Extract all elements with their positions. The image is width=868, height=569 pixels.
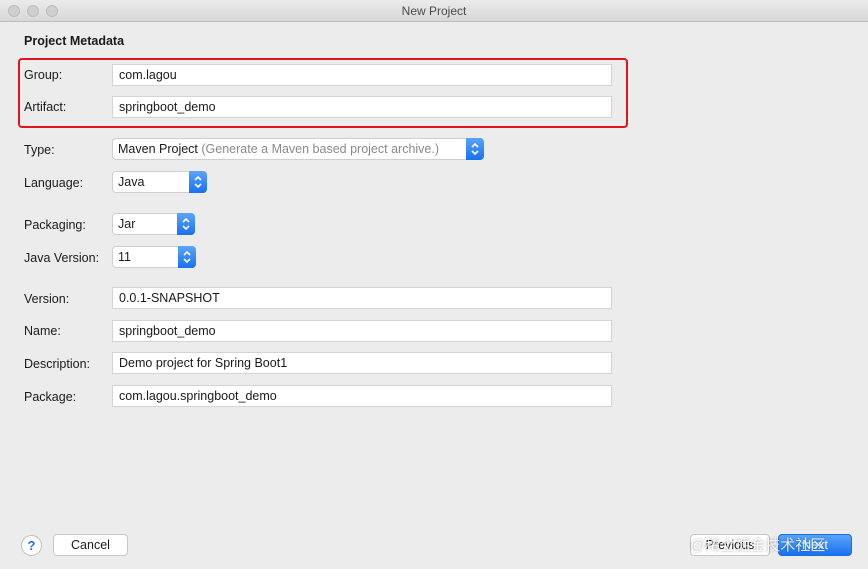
group-label: Group: — [24, 68, 63, 82]
description-input[interactable]: Demo project for Spring Boot1 — [112, 352, 612, 374]
language-label: Language: — [24, 176, 84, 190]
java-version-stepper-icon[interactable] — [178, 246, 196, 268]
window-title: New Project — [401, 4, 467, 18]
new-project-window: New Project Project Metadata Group: com.… — [0, 0, 868, 569]
language-value: Java — [118, 175, 145, 189]
version-label: Version: — [24, 292, 70, 306]
watermark: @稀土掘金技术社区 — [690, 537, 826, 554]
group-input[interactable]: com.lagou — [112, 64, 612, 86]
type-label: Type: — [24, 143, 55, 157]
type-hint: (Generate a Maven based project archive.… — [201, 142, 440, 156]
type-stepper-icon[interactable] — [466, 138, 484, 160]
java-version-value: 11 — [118, 250, 131, 264]
help-icon[interactable]: ? — [21, 535, 42, 556]
package-input[interactable]: com.lagou.springboot_demo — [112, 385, 612, 407]
artifact-label: Artifact: — [24, 100, 67, 114]
description-label: Description: — [24, 357, 90, 371]
name-input[interactable]: springboot_demo — [112, 320, 612, 342]
language-select[interactable]: Java — [112, 171, 207, 193]
title-bar: New Project — [0, 0, 868, 22]
name-label: Name: — [24, 324, 61, 338]
packaging-label: Packaging: — [24, 218, 86, 232]
packaging-value: Jar — [118, 217, 136, 231]
section-title: Project Metadata — [24, 34, 125, 48]
language-stepper-icon[interactable] — [189, 171, 207, 193]
packaging-select[interactable]: Jar — [112, 213, 195, 235]
java-version-label: Java Version: — [24, 251, 100, 265]
packaging-stepper-icon[interactable] — [177, 213, 195, 235]
artifact-input[interactable]: springboot_demo — [112, 96, 612, 118]
package-label: Package: — [24, 390, 77, 404]
java-version-select[interactable]: 11 — [112, 246, 196, 268]
cancel-button[interactable]: Cancel — [53, 534, 128, 556]
type-select[interactable]: Maven Project (Generate a Maven based pr… — [112, 138, 484, 160]
version-input[interactable]: 0.0.1-SNAPSHOT — [112, 287, 612, 309]
type-value: Maven Project — [118, 142, 198, 156]
